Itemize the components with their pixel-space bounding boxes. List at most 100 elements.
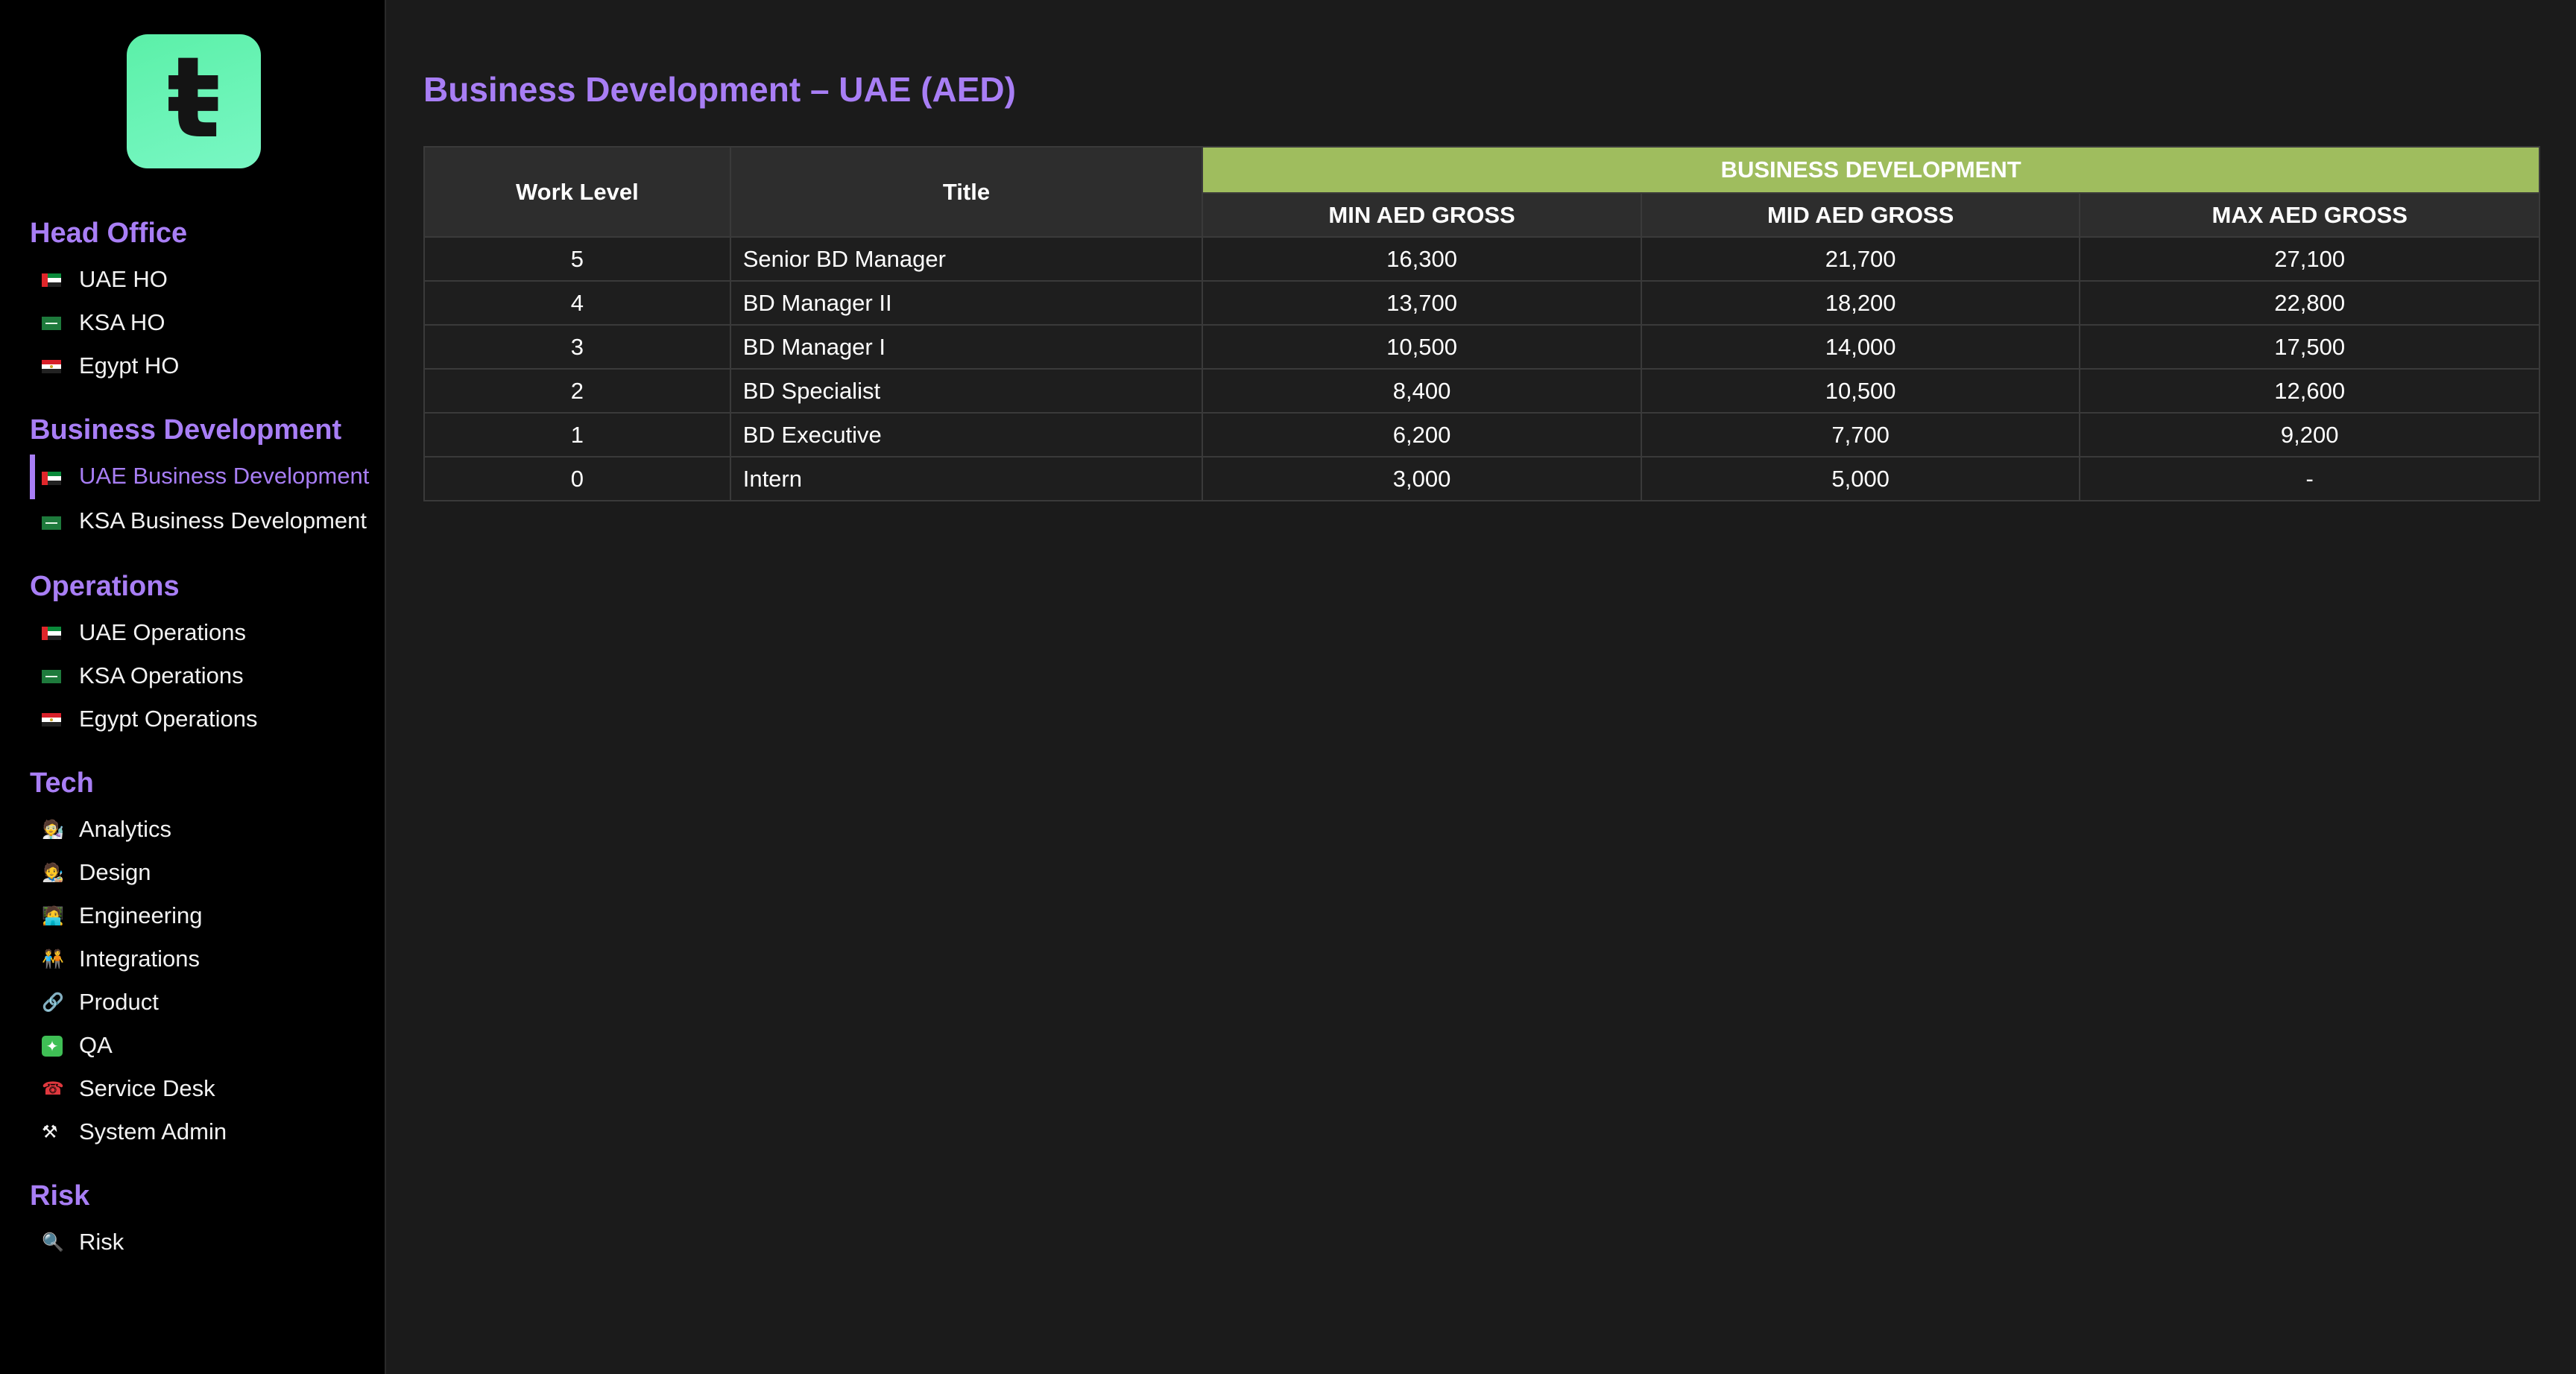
sidebar-item-label: Egypt Operations bbox=[79, 706, 258, 732]
people-holding-hands-icon: 🧑‍🤝‍🧑 bbox=[42, 949, 64, 969]
sidebar-item-system-admin[interactable]: ⚒ System Admin bbox=[30, 1110, 380, 1153]
table-row: 0 Intern 3,000 5,000 - bbox=[423, 456, 2540, 501]
cell-work-level: 1 bbox=[423, 412, 731, 458]
cell-mid: 10,500 bbox=[1640, 368, 2081, 414]
sidebar-item-design[interactable]: 🧑‍🎨 Design bbox=[30, 851, 380, 894]
nav-section-operations: Operations UAE Operations KSA Operations… bbox=[30, 569, 380, 741]
sidebar-item-label: UAE HO bbox=[79, 266, 168, 292]
sidebar-item-ksa-business-development[interactable]: KSA Business Development bbox=[30, 499, 380, 544]
sidebar-item-risk[interactable]: 🔍 Risk bbox=[30, 1221, 380, 1264]
cell-mid: 7,700 bbox=[1640, 412, 2081, 458]
sidebar-item-label: UAE Business Development bbox=[79, 463, 370, 489]
sidebar-item-egypt-operations[interactable]: Egypt Operations bbox=[30, 697, 380, 741]
cell-work-level: 2 bbox=[423, 368, 731, 414]
section-title: Operations bbox=[30, 571, 180, 602]
egypt-flag-icon bbox=[42, 352, 79, 380]
sidebar-item-uae-business-development[interactable]: UAE Business Development bbox=[30, 455, 380, 499]
sidebar-nav: Head Office UAE HO KSA HO Egypt HO Busin… bbox=[30, 216, 380, 1289]
cell-min: 10,500 bbox=[1202, 324, 1642, 370]
sidebar-item-label: Product bbox=[79, 989, 159, 1015]
table-row: 1 BD Executive 6,200 7,700 9,200 bbox=[423, 412, 2540, 458]
cell-work-level: 0 bbox=[423, 456, 731, 501]
sidebar-item-ksa-operations[interactable]: KSA Operations bbox=[30, 654, 380, 697]
sidebar: ŧ Head Office UAE HO KSA HO Egypt HO Bus… bbox=[0, 0, 386, 1374]
table-row: 4 BD Manager II 13,700 18,200 22,800 bbox=[423, 280, 2540, 326]
nav-section-tech: Tech 🧑‍🔬 Analytics 🧑‍🎨 Design 🧑‍💻 Engine… bbox=[30, 766, 380, 1153]
cell-title: BD Executive bbox=[729, 412, 1204, 458]
section-title: Tech bbox=[30, 767, 94, 799]
page-title: Business Development – UAE (AED) bbox=[423, 70, 1016, 109]
table-row: 2 BD Specialist 8,400 10,500 12,600 bbox=[423, 368, 2540, 414]
magnifier-icon: 🔍 bbox=[42, 1232, 64, 1253]
cell-title: BD Manager I bbox=[729, 324, 1204, 370]
ksa-flag-icon bbox=[42, 508, 79, 536]
cell-work-level: 4 bbox=[423, 280, 731, 326]
cell-mid: 21,700 bbox=[1640, 236, 2081, 282]
cell-max: 9,200 bbox=[2079, 412, 2540, 458]
sidebar-item-label: KSA Business Development bbox=[79, 507, 367, 534]
column-header-max: MAX AED GROSS bbox=[2079, 192, 2540, 238]
sidebar-item-product[interactable]: 🔗 Product bbox=[30, 981, 380, 1024]
cell-work-level: 3 bbox=[423, 324, 731, 370]
logo-glyph: ŧ bbox=[167, 34, 221, 163]
sidebar-item-engineering[interactable]: 🧑‍💻 Engineering bbox=[30, 894, 380, 937]
column-header-min: MIN AED GROSS bbox=[1202, 192, 1642, 238]
cell-work-level: 5 bbox=[423, 236, 731, 282]
cell-max: 12,600 bbox=[2079, 368, 2540, 414]
section-title: Head Office bbox=[30, 218, 188, 249]
cell-min: 8,400 bbox=[1202, 368, 1642, 414]
sidebar-item-analytics[interactable]: 🧑‍🔬 Analytics bbox=[30, 808, 380, 851]
sidebar-item-uae-ho[interactable]: UAE HO bbox=[30, 258, 380, 301]
sidebar-item-egypt-ho[interactable]: Egypt HO bbox=[30, 344, 380, 387]
cell-mid: 18,200 bbox=[1640, 280, 2081, 326]
cell-min: 16,300 bbox=[1202, 236, 1642, 282]
section-title: Risk bbox=[30, 1180, 90, 1212]
cell-title: BD Specialist bbox=[729, 368, 1204, 414]
sidebar-item-label: Engineering bbox=[79, 902, 203, 928]
sidebar-item-qa[interactable]: ✦ QA bbox=[30, 1024, 380, 1067]
cell-max: 17,500 bbox=[2079, 324, 2540, 370]
sidebar-item-label: System Admin bbox=[79, 1118, 227, 1145]
sidebar-item-label: KSA Operations bbox=[79, 662, 244, 688]
sparkle-icon: ✦ bbox=[42, 1031, 79, 1060]
sidebar-item-service-desk[interactable]: ☎ Service Desk bbox=[30, 1067, 380, 1110]
telephone-icon: ☎ bbox=[42, 1078, 64, 1099]
sidebar-item-label: KSA HO bbox=[79, 309, 165, 335]
cell-title: Intern bbox=[729, 456, 1204, 501]
egypt-flag-icon bbox=[42, 705, 79, 733]
cell-title: Senior BD Manager bbox=[729, 236, 1204, 282]
cell-min: 13,700 bbox=[1202, 280, 1642, 326]
sidebar-item-label: QA bbox=[79, 1032, 113, 1058]
uae-flag-icon bbox=[42, 463, 79, 492]
sidebar-item-label: Integrations bbox=[79, 946, 200, 972]
salary-band-table: Work Level Title BUSINESS DEVELOPMENT MI… bbox=[423, 146, 2540, 501]
cell-max: - bbox=[2079, 456, 2540, 501]
cell-max: 22,800 bbox=[2079, 280, 2540, 326]
column-header-mid: MID AED GROSS bbox=[1640, 192, 2081, 238]
column-header-title: Title bbox=[729, 146, 1204, 238]
compass-tool-icon: ⚒ bbox=[42, 1121, 58, 1142]
ksa-flag-icon bbox=[42, 662, 79, 690]
cell-mid: 14,000 bbox=[1640, 324, 2081, 370]
sidebar-item-ksa-ho[interactable]: KSA HO bbox=[30, 301, 380, 344]
table-row: 5 Senior BD Manager 16,300 21,700 27,100 bbox=[423, 236, 2540, 282]
cell-mid: 5,000 bbox=[1640, 456, 2081, 501]
scientist-icon: 🧑‍🔬 bbox=[42, 819, 64, 840]
table-row: 3 BD Manager I 10,500 14,000 17,500 bbox=[423, 324, 2540, 370]
sidebar-item-label: Risk bbox=[79, 1229, 124, 1255]
nav-section-business-development: Business Development UAE Business Develo… bbox=[30, 413, 380, 544]
cell-min: 3,000 bbox=[1202, 456, 1642, 501]
cell-max: 27,100 bbox=[2079, 236, 2540, 282]
sidebar-item-uae-operations[interactable]: UAE Operations bbox=[30, 611, 380, 654]
cell-title: BD Manager II bbox=[729, 280, 1204, 326]
artist-icon: 🧑‍🎨 bbox=[42, 862, 64, 883]
sidebar-item-label: Analytics bbox=[79, 816, 172, 842]
sidebar-item-label: Design bbox=[79, 859, 151, 885]
uae-flag-icon bbox=[42, 618, 79, 647]
uae-flag-icon bbox=[42, 265, 79, 294]
sidebar-item-integrations[interactable]: 🧑‍🤝‍🧑 Integrations bbox=[30, 937, 380, 981]
technologist-icon: 🧑‍💻 bbox=[42, 905, 64, 926]
group-header-business-development: BUSINESS DEVELOPMENT bbox=[1202, 146, 2540, 194]
app-logo[interactable]: ŧ bbox=[127, 34, 261, 168]
cell-min: 6,200 bbox=[1202, 412, 1642, 458]
